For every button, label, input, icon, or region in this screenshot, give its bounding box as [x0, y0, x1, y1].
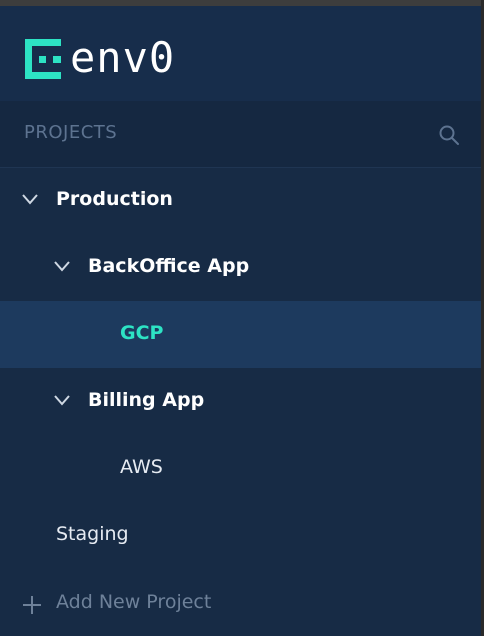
- app-header: env0: [0, 6, 481, 101]
- tree-item-production[interactable]: Production: [0, 167, 481, 234]
- chevron-down-icon[interactable]: [22, 193, 38, 205]
- tree-item-label: AWS: [120, 456, 163, 478]
- tree-item-gcp[interactable]: GCP: [0, 301, 481, 368]
- plus-icon: [23, 596, 41, 614]
- tree-item-backoffice-app[interactable]: BackOffice App: [0, 234, 481, 301]
- app-logo-text: env0: [70, 33, 176, 82]
- tree-item-label: Billing App: [88, 389, 205, 411]
- env0-logo-mark: [25, 39, 61, 79]
- chevron-down-icon[interactable]: [54, 394, 70, 406]
- tree-item-aws[interactable]: AWS: [0, 435, 481, 502]
- projects-label: PROJECTS: [24, 122, 118, 143]
- chevron-down-icon[interactable]: [54, 260, 70, 272]
- tree-item-billing-app[interactable]: Billing App: [0, 368, 481, 435]
- tree-item-label: GCP: [120, 322, 164, 344]
- tree-item-label: Production: [56, 188, 173, 210]
- add-new-project-button[interactable]: Add New Project: [0, 570, 481, 636]
- add-new-project-label: Add New Project: [56, 591, 212, 613]
- search-icon[interactable]: [438, 124, 460, 146]
- tree-item-label: Staging: [56, 523, 129, 545]
- projects-header: PROJECTS: [0, 101, 481, 168]
- tree-item-label: BackOffice App: [88, 255, 250, 277]
- tree-item-staging[interactable]: Staging: [0, 502, 481, 569]
